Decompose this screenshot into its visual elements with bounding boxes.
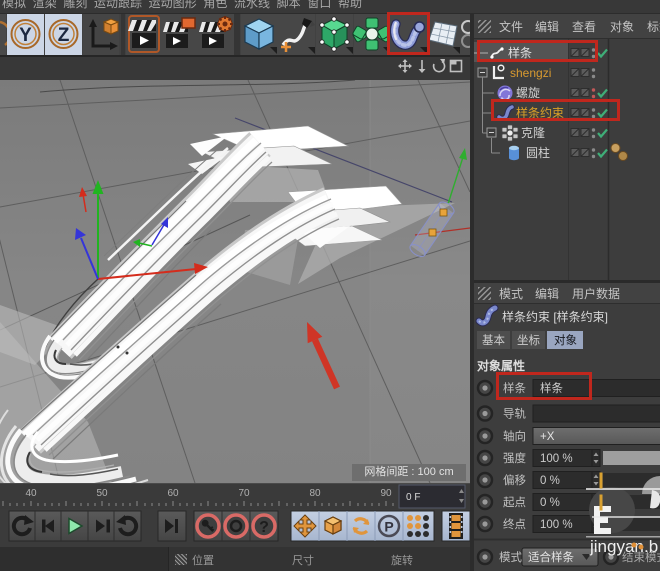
svg-text:导轨: 导轨 [503, 407, 526, 421]
svg-text:起点: 起点 [503, 496, 526, 509]
svg-text:Y: Y [19, 25, 32, 46]
svg-text:标签: 标签 [647, 19, 660, 34]
svg-text:模式: 模式 [499, 551, 522, 564]
svg-text:用户数据: 用户数据 [572, 286, 620, 301]
svg-text:P: P [384, 519, 393, 535]
svg-text:偏移: 偏移 [503, 473, 526, 487]
svg-text:轴向: 轴向 [503, 429, 526, 443]
svg-text:样条约束 [样条约束]: 样条约束 [样条约束] [502, 309, 608, 324]
svg-text:螺旋: 螺旋 [516, 86, 540, 100]
svg-text:80: 80 [309, 488, 321, 499]
svg-text:?: ? [259, 519, 269, 536]
svg-text:60: 60 [167, 488, 179, 499]
svg-text:查看: 查看 [572, 20, 596, 34]
svg-text:+X: +X [540, 431, 555, 443]
svg-text:70: 70 [238, 488, 250, 499]
svg-text:40: 40 [25, 488, 37, 499]
svg-text:0 %: 0 % [540, 475, 560, 487]
svg-text:0 F: 0 F [406, 492, 420, 503]
svg-text:Z: Z [58, 25, 70, 46]
svg-text:50: 50 [96, 488, 108, 499]
svg-text:对象属性: 对象属性 [477, 358, 525, 373]
svg-text:100 %: 100 % [540, 519, 573, 531]
svg-text:模式: 模式 [499, 287, 523, 301]
svg-text:文件: 文件 [499, 19, 523, 34]
svg-text:0 %: 0 % [540, 497, 560, 509]
svg-text:强度: 强度 [503, 451, 526, 465]
svg-text:克隆: 克隆 [521, 125, 545, 140]
svg-text:适合样条: 适合样条 [528, 550, 574, 564]
svg-text:对象: 对象 [554, 333, 577, 347]
svg-text:100 %: 100 % [540, 453, 573, 465]
svg-text:坐标: 坐标 [517, 334, 540, 347]
svg-text:对象: 对象 [610, 20, 634, 34]
svg-text:圆柱: 圆柱 [526, 145, 550, 160]
svg-text:shengzi: shengzi [510, 66, 551, 80]
svg-text:终点: 终点 [503, 517, 526, 531]
svg-text:编辑: 编辑 [535, 286, 559, 301]
svg-text:编辑: 编辑 [535, 19, 559, 34]
svg-text:基本: 基本 [482, 333, 505, 347]
svg-text:90: 90 [380, 488, 392, 499]
svg-text:.b: .b [644, 537, 658, 556]
